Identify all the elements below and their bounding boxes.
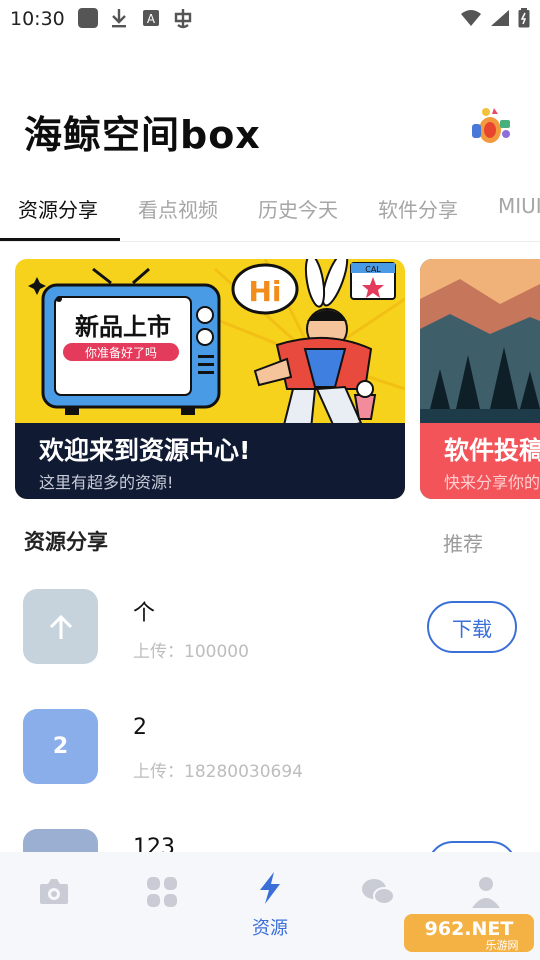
person-icon <box>472 877 500 908</box>
banner-hi-bubble: Hi <box>248 275 281 308</box>
camera-icon <box>40 879 68 904</box>
tab-miui[interactable]: MIUI <box>498 194 540 218</box>
signal-icon <box>490 9 510 31</box>
item-icon: 2 <box>23 709 98 784</box>
nav-item-apps[interactable] <box>108 852 216 960</box>
watermark-tagline: 乐游网 <box>486 939 519 952</box>
lightning-icon <box>260 872 280 904</box>
download-icon <box>108 7 130 29</box>
notification-square-icon <box>78 8 98 28</box>
banner-software-submit[interactable]: 软件投稿 快来分享你的 <box>420 259 540 499</box>
item-name: 2 <box>133 715 147 740</box>
resource-arrow-up-icon <box>23 589 98 664</box>
battery-icon <box>518 8 530 32</box>
banner-tv-subtitle: 你准备好了吗 <box>85 346 157 360</box>
item-uploader: 上传：18280030694 <box>133 762 303 782</box>
banner-caption: 软件投稿 快来分享你的 <box>420 423 540 499</box>
site-watermark-logo: 962.NET 乐游网 <box>402 910 536 956</box>
banner-tv-title: 新品上市 <box>75 313 171 341</box>
nav-label-resources: 资源 <box>252 918 288 939</box>
banner-landscape-illustration <box>420 259 540 429</box>
app-title: 海鲸空间box <box>24 113 261 157</box>
banner-title: 欢迎来到资源中心! <box>39 436 251 465</box>
section-title: 资源分享 <box>24 530 108 554</box>
recommend-link[interactable]: 推荐 <box>443 528 483 557</box>
nav-item-resources[interactable]: 资源 <box>216 852 324 960</box>
tab-software-share[interactable]: 软件分享 <box>378 194 458 223</box>
grid-icon <box>147 877 177 907</box>
status-bar: 10:30 A <box>0 0 540 38</box>
banner-welcome[interactable]: 新品上市 你准备好了吗 Hi CAL 欢迎来到资源中心! 这里有超多的资源! <box>15 259 405 499</box>
tab-history-today[interactable]: 历史今天 <box>258 194 338 223</box>
chat-icon <box>362 879 395 905</box>
active-tab-indicator <box>0 238 120 241</box>
list-item[interactable]: 2 2 上传：18280030694 <box>0 709 540 809</box>
banner-caption: 欢迎来到资源中心! 这里有超多的资源! <box>15 423 405 499</box>
sticker-avatar-icon[interactable] <box>466 104 516 148</box>
list-item[interactable]: 个 上传：100000 下载 <box>0 589 540 689</box>
banner-cal-label: CAL <box>365 265 381 274</box>
item-name: 个 <box>133 601 156 626</box>
status-left-icons: A <box>78 7 194 29</box>
a-badge-icon: A <box>140 7 162 29</box>
svg-text:A: A <box>147 12 156 26</box>
bug-icon <box>172 7 194 29</box>
banner-title: 软件投稿 <box>444 436 540 465</box>
banner-subtitle: 快来分享你的 <box>444 473 540 492</box>
download-button[interactable]: 下载 <box>427 601 517 653</box>
tab-resource-share[interactable]: 资源分享 <box>18 194 98 223</box>
banner-subtitle: 这里有超多的资源! <box>39 473 174 492</box>
watermark-brand: 962.NET <box>425 918 514 940</box>
wifi-icon <box>460 9 482 31</box>
status-time: 10:30 <box>10 8 65 30</box>
item-uploader: 上传：100000 <box>133 642 249 662</box>
banner-illustration: 新品上市 你准备好了吗 Hi CAL <box>28 259 405 429</box>
nav-item-home[interactable] <box>0 852 108 960</box>
category-tabs: 资源分享 看点视频 历史今天 软件分享 MIUI <box>0 186 540 242</box>
status-right-icons <box>460 8 530 32</box>
tab-videos[interactable]: 看点视频 <box>138 194 218 223</box>
